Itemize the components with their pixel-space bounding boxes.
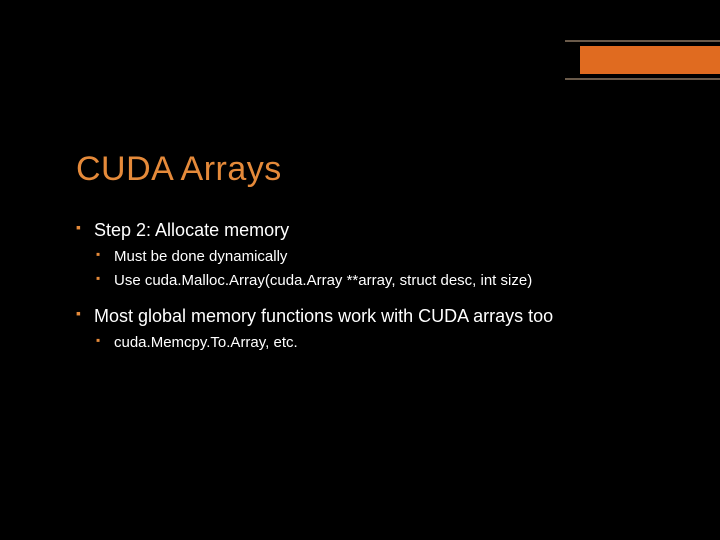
bullet-text: Most global memory functions work with C… — [94, 306, 553, 326]
bullet-text: Use cuda.Malloc.Array(cuda.Array **array… — [114, 272, 532, 289]
slide-content: Step 2: Allocate memory Must be done dyn… — [76, 214, 680, 356]
bullet-text: Step 2: Allocate memory — [94, 220, 289, 240]
bullet-text: Must be done dynamically — [114, 248, 287, 265]
bullet-level2: Must be done dynamically — [96, 246, 680, 268]
accent-line-bottom — [565, 78, 720, 80]
slide: CUDA Arrays Step 2: Allocate memory Must… — [0, 0, 720, 540]
bullet-level2: Use cuda.Malloc.Array(cuda.Array **array… — [96, 270, 680, 292]
slide-title: CUDA Arrays — [76, 150, 282, 189]
accent-line-top — [565, 40, 720, 42]
bullet-level1: Step 2: Allocate memory — [76, 218, 680, 242]
bullet-level2: cuda.Memcpy.To.Array, etc. — [96, 332, 680, 354]
bullet-text: cuda.Memcpy.To.Array, etc. — [114, 334, 298, 351]
bullet-level1: Most global memory functions work with C… — [76, 304, 680, 328]
accent-bar — [580, 46, 720, 74]
